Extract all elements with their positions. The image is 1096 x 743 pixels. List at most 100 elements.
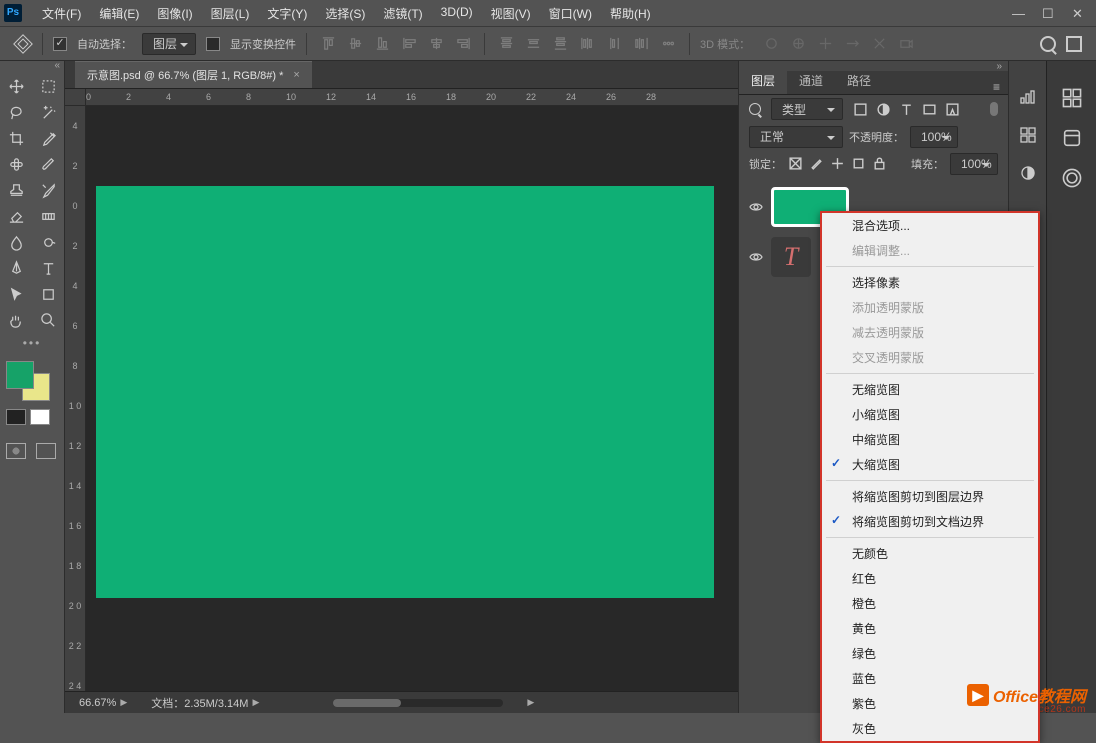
- smart-filter-icon[interactable]: [945, 102, 960, 117]
- lasso-tool[interactable]: [0, 99, 32, 125]
- roll-icon[interactable]: [787, 33, 809, 55]
- context-item[interactable]: 小缩览图: [822, 402, 1038, 427]
- align-right-icon[interactable]: [452, 33, 474, 55]
- adjust-filter-icon[interactable]: [876, 102, 891, 117]
- search-small-icon[interactable]: [749, 103, 761, 115]
- layer-kind-dropdown[interactable]: 类型: [771, 98, 843, 120]
- align-hcenter-icon[interactable]: [425, 33, 447, 55]
- marquee-tool[interactable]: [32, 73, 64, 99]
- history-brush-tool[interactable]: [32, 177, 64, 203]
- pan-icon[interactable]: [814, 33, 836, 55]
- close-tab-icon[interactable]: ×: [293, 69, 299, 81]
- foreground-color[interactable]: [6, 361, 34, 389]
- align-top-icon[interactable]: [317, 33, 339, 55]
- ruler-origin[interactable]: [65, 89, 86, 106]
- screenmode-icon[interactable]: [36, 443, 56, 459]
- menu-select[interactable]: 选择(S): [319, 2, 371, 25]
- eyedropper-tool[interactable]: [32, 125, 64, 151]
- maximize-icon[interactable]: ☐: [1042, 7, 1054, 19]
- orbit-icon[interactable]: [760, 33, 782, 55]
- chevron-right-icon[interactable]: ▶: [527, 697, 534, 708]
- visibility-toggle[interactable]: [749, 201, 763, 213]
- minimize-icon[interactable]: —: [1012, 7, 1024, 19]
- heal-tool[interactable]: [0, 151, 32, 177]
- context-item[interactable]: ✓大缩览图: [822, 452, 1038, 477]
- context-item[interactable]: 红色: [822, 566, 1038, 591]
- canvas-viewport[interactable]: 0246810121416182022242628 42024681 01 21…: [65, 89, 738, 691]
- search-icon[interactable]: [1040, 36, 1056, 52]
- camera-icon[interactable]: [895, 33, 917, 55]
- blur-tool[interactable]: [0, 229, 32, 255]
- histogram-icon[interactable]: [1018, 87, 1038, 107]
- auto-select-checkbox[interactable]: ✓: [53, 37, 67, 51]
- zoom-readout[interactable]: 66.67%▶: [79, 697, 127, 709]
- lock-all-icon[interactable]: [872, 156, 887, 171]
- crop-tool[interactable]: [0, 125, 32, 151]
- ruler-horizontal[interactable]: 0246810121416182022242628: [86, 89, 738, 106]
- context-item[interactable]: 无缩览图: [822, 377, 1038, 402]
- lock-artboard-icon[interactable]: [851, 156, 866, 171]
- type-filter-icon[interactable]: [899, 102, 914, 117]
- document-tab[interactable]: 示意图.psd @ 66.7% (图层 1, RGB/8#) * ×: [75, 61, 312, 88]
- context-item[interactable]: 将缩览图剪切到图层边界: [822, 484, 1038, 509]
- menu-layer[interactable]: 图层(L): [205, 2, 256, 25]
- lock-pixels-icon[interactable]: [788, 156, 803, 171]
- libraries-icon[interactable]: [1061, 127, 1083, 149]
- pixel-filter-icon[interactable]: [853, 102, 868, 117]
- context-item[interactable]: 选择像素: [822, 270, 1038, 295]
- zoom3d-icon[interactable]: [868, 33, 890, 55]
- show-transform-checkbox[interactable]: [206, 37, 220, 51]
- hand-tool[interactable]: [0, 307, 32, 333]
- menu-image[interactable]: 图像(I): [151, 2, 198, 25]
- swatches-icon[interactable]: [1018, 125, 1038, 145]
- distribute-right-icon[interactable]: [630, 33, 652, 55]
- context-item[interactable]: 混合选项...: [822, 213, 1038, 238]
- shape-tool[interactable]: [32, 281, 64, 307]
- context-item[interactable]: 绿色: [822, 641, 1038, 666]
- context-item[interactable]: 黄色: [822, 616, 1038, 641]
- opacity-input[interactable]: 100%: [910, 126, 958, 148]
- context-item[interactable]: 橙色: [822, 591, 1038, 616]
- menu-help[interactable]: 帮助(H): [604, 2, 657, 25]
- filter-toggle[interactable]: [990, 102, 998, 116]
- distribute-hcenter-icon[interactable]: [603, 33, 625, 55]
- type-tool[interactable]: [32, 255, 64, 281]
- distribute-vcenter-icon[interactable]: [522, 33, 544, 55]
- menu-view[interactable]: 视图(V): [485, 2, 537, 25]
- distribute-left-icon[interactable]: [576, 33, 598, 55]
- ruler-vertical[interactable]: 42024681 01 21 41 61 82 02 22 4: [65, 106, 86, 691]
- quickmask-icon[interactable]: [6, 443, 26, 459]
- shape-filter-icon[interactable]: [922, 102, 937, 117]
- align-left-icon[interactable]: [398, 33, 420, 55]
- context-item[interactable]: 灰色: [822, 716, 1038, 741]
- context-item[interactable]: 中缩览图: [822, 427, 1038, 452]
- cc-icon[interactable]: [1061, 167, 1083, 189]
- move-tool[interactable]: [0, 73, 32, 99]
- collapse-icon[interactable]: «: [0, 61, 64, 73]
- distribute-bottom-icon[interactable]: [549, 33, 571, 55]
- menu-file[interactable]: 文件(F): [36, 2, 87, 25]
- wand-tool[interactable]: [32, 99, 64, 125]
- menu-window[interactable]: 窗口(W): [543, 2, 598, 25]
- adjustments-icon[interactable]: [1018, 163, 1038, 183]
- context-item[interactable]: 无颜色: [822, 541, 1038, 566]
- lock-brush-icon[interactable]: [809, 156, 824, 171]
- stamp-tool[interactable]: [0, 177, 32, 203]
- edit-toolbar-icon[interactable]: •••: [0, 333, 64, 353]
- panel-menu-icon[interactable]: ≡: [985, 80, 1008, 94]
- default-colors-icon[interactable]: [6, 409, 26, 425]
- distribute-top-icon[interactable]: [495, 33, 517, 55]
- close-icon[interactable]: ✕: [1072, 7, 1084, 19]
- status-slider[interactable]: [333, 699, 503, 707]
- menu-filter[interactable]: 滤镜(T): [377, 2, 428, 25]
- pen-tool[interactable]: [0, 255, 32, 281]
- type-layer-thumbnail[interactable]: T: [771, 237, 811, 277]
- auto-select-type-dropdown[interactable]: 图层: [142, 33, 196, 55]
- context-item[interactable]: ✓将缩览图剪切到文档边界: [822, 509, 1038, 534]
- menu-type[interactable]: 文字(Y): [261, 2, 313, 25]
- path-select-tool[interactable]: [0, 281, 32, 307]
- menu-edit[interactable]: 编辑(E): [93, 2, 145, 25]
- share-icon[interactable]: [1066, 36, 1082, 52]
- doc-size-readout[interactable]: 文档：2.35M/3.14M▶: [151, 695, 259, 711]
- menu-3d[interactable]: 3D(D): [435, 2, 479, 25]
